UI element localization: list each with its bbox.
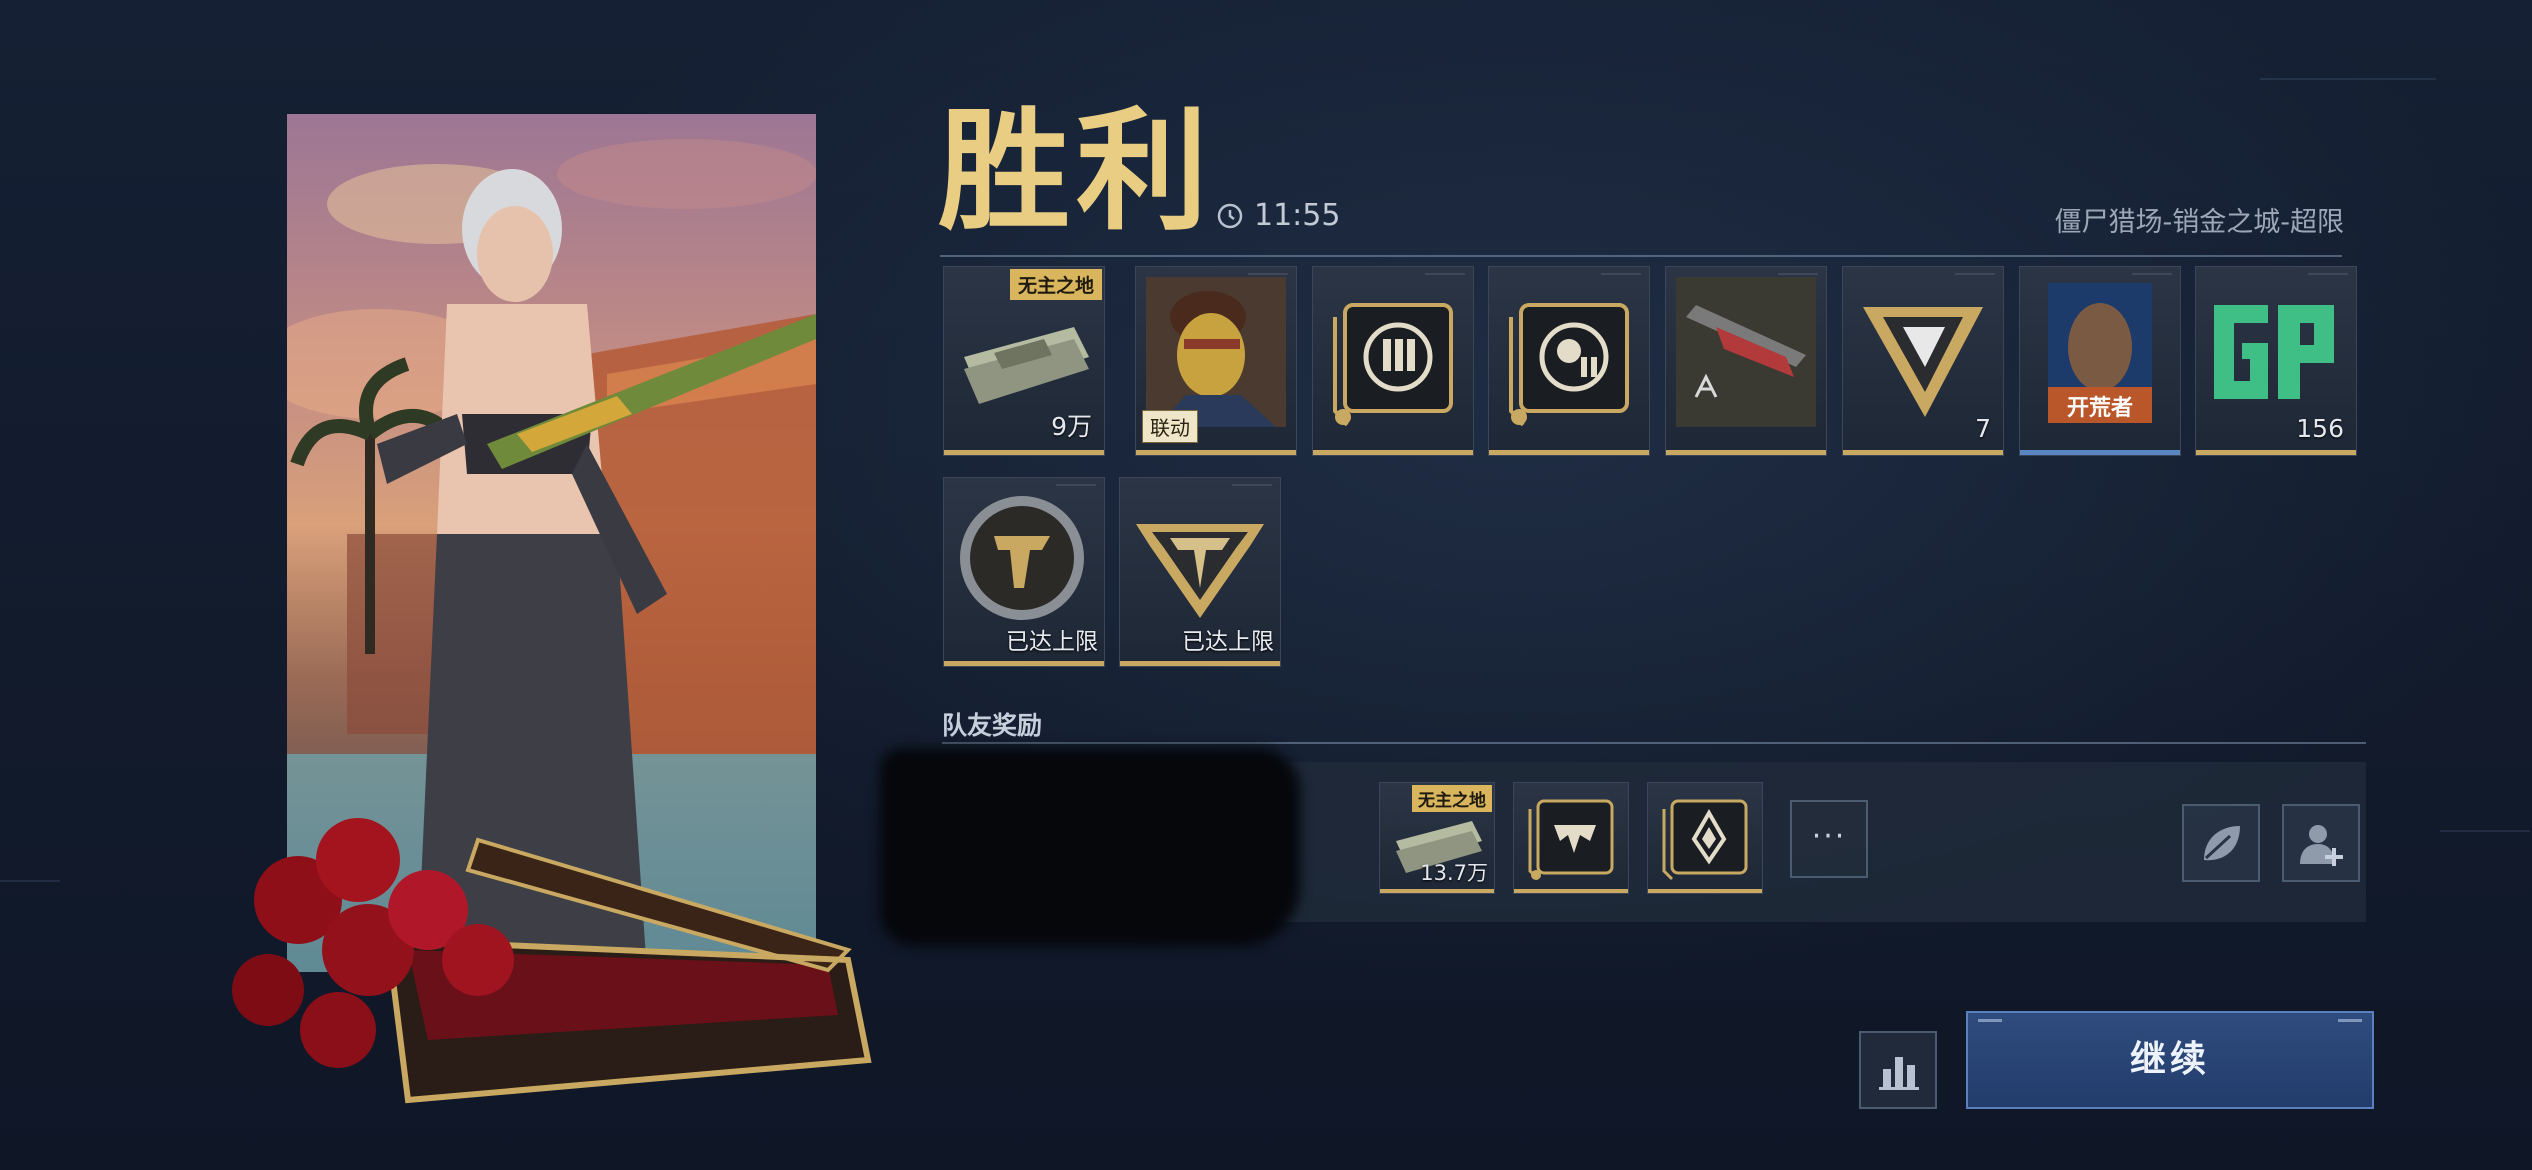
- weapon-blueprint-icon: [1676, 277, 1816, 427]
- button-corner-mark: [2338, 1019, 2362, 1022]
- clock-icon: [1217, 203, 1243, 229]
- leaf-icon: [2204, 826, 2240, 861]
- match-time: 11:55: [1254, 198, 1341, 233]
- item-corner-mark: [1425, 273, 1465, 275]
- collab-badge: 联动: [1142, 410, 1198, 443]
- item-corner-mark: [1955, 273, 1995, 275]
- shield-emblem-icon: [1136, 524, 1264, 618]
- redacted-player-name: [880, 748, 1300, 946]
- reward-item-tech-card[interactable]: [1488, 266, 1650, 456]
- item-corner-mark: [1056, 484, 1096, 486]
- bg-line: [2440, 830, 2530, 832]
- stats-button[interactable]: [1859, 1031, 1937, 1109]
- game-mode-name: 僵尸猎场-销金之城-超限: [2054, 207, 2345, 238]
- victory-title: 胜利: [938, 94, 1214, 249]
- more-rewards-button[interactable]: ···: [1790, 800, 1868, 878]
- item-corner-mark: [2132, 273, 2172, 275]
- continue-button[interactable]: 继续: [1966, 1011, 2374, 1109]
- cap-reached-label: 已达上限: [1006, 629, 1098, 655]
- item-source-tag: 无主之地: [1412, 785, 1492, 812]
- item-corner-mark: [1601, 273, 1641, 275]
- cap-reached-label: 已达上限: [1182, 629, 1274, 655]
- item-quantity: 156: [2296, 414, 2344, 443]
- reward-item-character[interactable]: 联动: [1135, 266, 1297, 456]
- bg-line: [0, 880, 60, 882]
- header-divider: [940, 255, 2342, 257]
- item-quantity: 9万: [1051, 412, 1092, 441]
- pioneer-label: 开荒者: [2067, 396, 2133, 421]
- gp-icon: [2214, 305, 2334, 399]
- item-corner-mark: [1248, 273, 1288, 275]
- reward-item-weapon-blueprint[interactable]: [1665, 266, 1827, 456]
- item-corner-mark: [1232, 484, 1272, 486]
- teammate-rewards-label: 队友奖励: [942, 711, 1043, 740]
- bar-chart-icon: [1879, 1057, 1919, 1090]
- reward-item-ammo-card[interactable]: [1312, 266, 1474, 456]
- item-corner-mark: [2308, 273, 2348, 275]
- reward-item-coin-emblem[interactable]: 已达上限: [943, 477, 1105, 667]
- item-quantity: 7: [1975, 414, 1991, 443]
- item-quantity: 13.7万: [1420, 861, 1488, 885]
- triangle-emblem-icon: [1863, 307, 1983, 417]
- reward-item-triangle-token[interactable]: 7: [1842, 266, 2004, 456]
- item-source-tag: 无主之地: [1009, 269, 1102, 300]
- reward-item-shield-emblem[interactable]: 已达上限: [1119, 477, 1281, 667]
- item-corner-mark: [1778, 273, 1818, 275]
- monster-crest-icon: [1528, 799, 1614, 881]
- add-friend-button[interactable]: [2282, 804, 2360, 882]
- bg-line: [2260, 78, 2436, 80]
- drop-crest-icon: [1662, 799, 1748, 881]
- reward-item-gp[interactable]: 156: [2195, 266, 2357, 456]
- reward-item-cash[interactable]: 无主之地 9万: [943, 266, 1105, 456]
- teammate-reward-monster-card[interactable]: [1513, 782, 1629, 894]
- character-portrait-icon: [1146, 277, 1286, 427]
- reward-item-pioneer-card[interactable]: 开荒者: [2019, 266, 2181, 456]
- teammate-divider: [942, 742, 2366, 744]
- rose-chest-decoration: [232, 818, 872, 1104]
- ammo-crest-icon: [1333, 303, 1453, 427]
- button-corner-mark: [1978, 1019, 2002, 1022]
- skull-gear-icon: [1509, 303, 1629, 427]
- add-friend-icon: [2300, 825, 2343, 866]
- like-teammate-button[interactable]: [2182, 804, 2260, 882]
- continue-label: 继续: [2129, 1039, 2210, 1080]
- teammate-reward-drop-card[interactable]: [1647, 782, 1763, 894]
- pioneer-poster-icon: 开荒者: [2048, 283, 2152, 423]
- round-emblem-icon: [960, 496, 1084, 620]
- teammate-reward-cash[interactable]: 无主之地 13.7万: [1379, 782, 1495, 894]
